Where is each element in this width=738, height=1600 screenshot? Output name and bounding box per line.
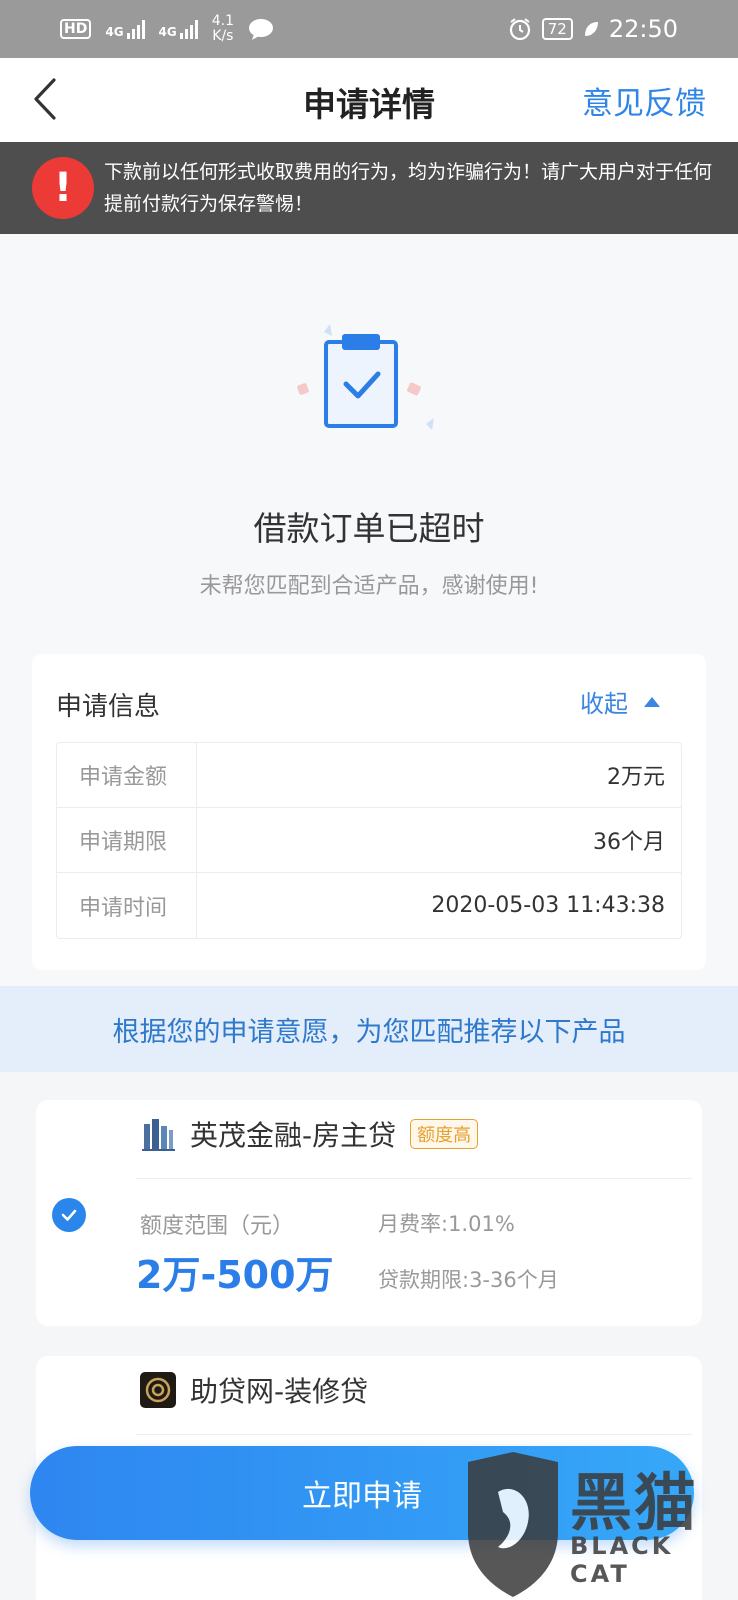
alarm-icon [509, 18, 530, 41]
watermark: 黑猫 BLACK CAT [458, 1452, 728, 1597]
collapse-label: 收起 [580, 690, 628, 718]
row-value: 2万元 [607, 765, 665, 790]
recommend-banner: 根据您的申请意愿，为您匹配推荐以下产品 [0, 986, 738, 1072]
clock: 22:50 [608, 15, 678, 43]
table-row: 申请时间 2020-05-03 11:43:38 [57, 873, 681, 938]
row-label: 申请时间 [57, 873, 197, 938]
feedback-link[interactable]: 意见反馈 [582, 78, 706, 123]
coin-logo-icon [140, 1372, 176, 1408]
cat-shield-icon [468, 1452, 558, 1597]
monthly-rate: 月费率:1.01% [378, 1212, 515, 1236]
collapse-toggle[interactable]: 收起 [580, 684, 660, 719]
status-subtitle: 未帮您匹配到合适产品，感谢使用! [199, 574, 539, 599]
divider [136, 1434, 692, 1435]
network-type-1: 4G [105, 25, 124, 39]
clipboard-check-icon [297, 324, 434, 430]
watermark-title: 黑猫 [570, 1466, 699, 1539]
product-name: 英茂金融-房主贷 [190, 1119, 397, 1152]
product-card[interactable]: 英茂金融-房主贷 额度高 额度范围（元） 2万-500万 月费率:1.01% 贷… [36, 1100, 702, 1326]
product-header: 英茂金融-房主贷 额度高 [140, 1114, 479, 1154]
application-info-card: 申请信息 收起 申请金额 2万元 申请期限 36个月 申请时间 2020-05-… [32, 654, 706, 970]
back-arrow-icon[interactable] [26, 74, 66, 124]
status-left: HD 4G 4G 4.1 K/s [60, 14, 274, 44]
row-value: 36个月 [593, 830, 665, 855]
row-value: 2020-05-03 11:43:38 [431, 893, 665, 918]
status-bar: HD 4G 4G 4.1 K/s 72 22:50 [0, 0, 738, 58]
product-header: 助贷网-装修贷 [140, 1370, 368, 1410]
status-title: 借款订单已超时 [253, 509, 485, 548]
signal-bars-icon [126, 19, 145, 39]
loan-term: 贷款期限:3-36个月 [378, 1268, 559, 1292]
building-logo-icon [142, 1119, 175, 1151]
row-label: 申请金额 [57, 743, 197, 807]
watermark-subtitle: BLACK CAT [570, 1532, 674, 1588]
signal-1: 4G [105, 19, 145, 39]
fraud-warning-banner: ! 下款前以任何形式收取费用的行为，均为诈骗行为！请广大用户对于任何提前付款行为… [0, 142, 738, 234]
message-icon [249, 19, 274, 40]
warning-icon: ! [32, 157, 94, 219]
table-row: 申请金额 2万元 [57, 743, 681, 808]
speed-unit: K/s [212, 28, 234, 44]
nav-bar: 申请详情 意见反馈 [0, 58, 738, 142]
triangle-up-icon [644, 696, 660, 707]
divider [136, 1178, 692, 1179]
main-content: 借款订单已超时 未帮您匹配到合适产品，感谢使用! 申请信息 收起 申请金额 2万… [0, 234, 738, 1004]
leaf-icon [584, 22, 598, 36]
table-row: 申请期限 36个月 [57, 808, 681, 873]
network-type-2: 4G [158, 25, 177, 39]
row-label: 申请期限 [57, 808, 197, 872]
network-speed: 4.1 K/s [212, 14, 234, 44]
battery-indicator: 72 [541, 18, 573, 40]
signal-bars-icon [179, 19, 198, 39]
warning-text: 下款前以任何形式收取费用的行为，均为诈骗行为！请广大用户对于任何提前付款行为保存… [104, 161, 713, 215]
speed-value: 4.1 [211, 13, 235, 29]
status-right: 72 22:50 [508, 15, 678, 43]
info-table: 申请金额 2万元 申请期限 36个月 申请时间 2020-05-03 11:43… [56, 742, 682, 939]
check-icon[interactable] [52, 1198, 86, 1232]
product-name: 助贷网-装修贷 [190, 1375, 369, 1408]
hd-badge: HD [60, 19, 92, 39]
range-value: 2万-500万 [136, 1253, 334, 1297]
signal-2: 4G [159, 19, 198, 39]
product-tag: 额度高 [410, 1119, 479, 1149]
range-label: 额度范围（元） [140, 1214, 295, 1239]
info-title: 申请信息 [56, 692, 161, 722]
